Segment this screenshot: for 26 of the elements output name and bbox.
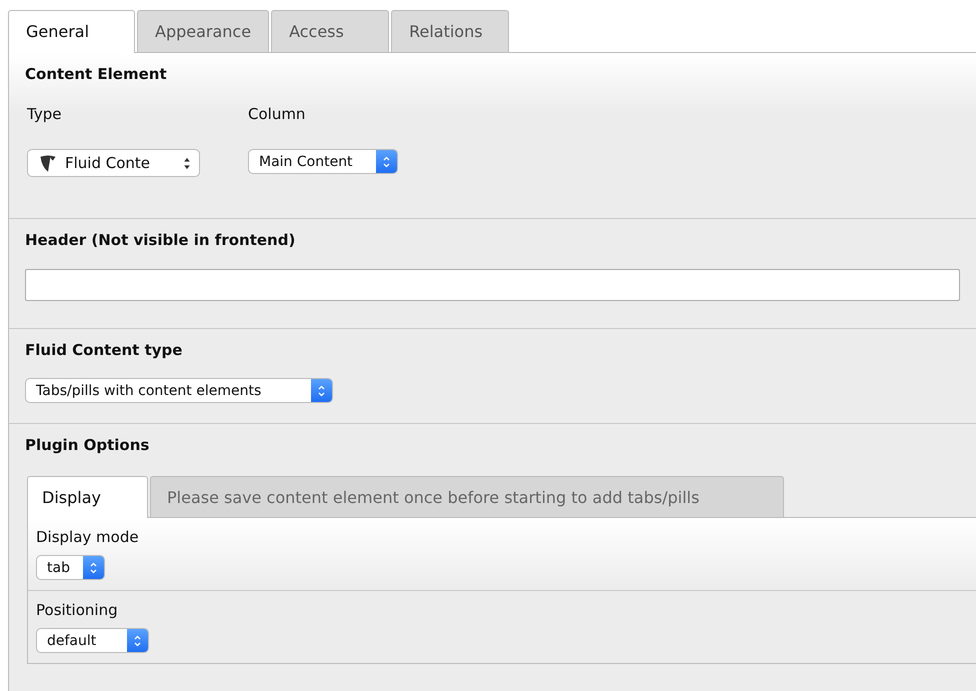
chevron-icon [382,154,391,168]
option-select[interactable]: tab [36,555,105,580]
field-label: Display mode [36,528,140,546]
tab[interactable]: General [8,10,135,53]
field-label: Type [27,105,62,123]
chevron-icon [89,560,98,574]
chevron-icon [133,634,142,648]
tab[interactable]: Please save content element once before starting to add tabs/pills [150,476,784,517]
logo-icon [38,153,58,173]
section-title: Content Element [25,65,168,83]
up-down-icon [183,156,191,170]
tab[interactable]: Access [271,10,390,52]
content-type-select[interactable]: Tabs/pills with content elements [25,378,333,403]
option-select[interactable]: default [36,628,149,653]
section-title: Fluid Content type [25,341,184,359]
tab[interactable]: Relations [391,10,510,52]
chevron-icon [317,384,326,398]
field-label: Positioning [36,601,119,619]
tab[interactable]: Display [27,476,148,518]
field-label: Column [248,105,306,123]
section-title: Header (Not visible in frontend) [25,231,296,249]
section-title: Plugin Options [25,436,150,454]
tab[interactable]: Appearance [137,10,270,52]
column-select[interactable]: Main Content [248,149,398,174]
type-select[interactable]: Fluid Conte [27,149,200,177]
header-input[interactable] [25,269,960,301]
